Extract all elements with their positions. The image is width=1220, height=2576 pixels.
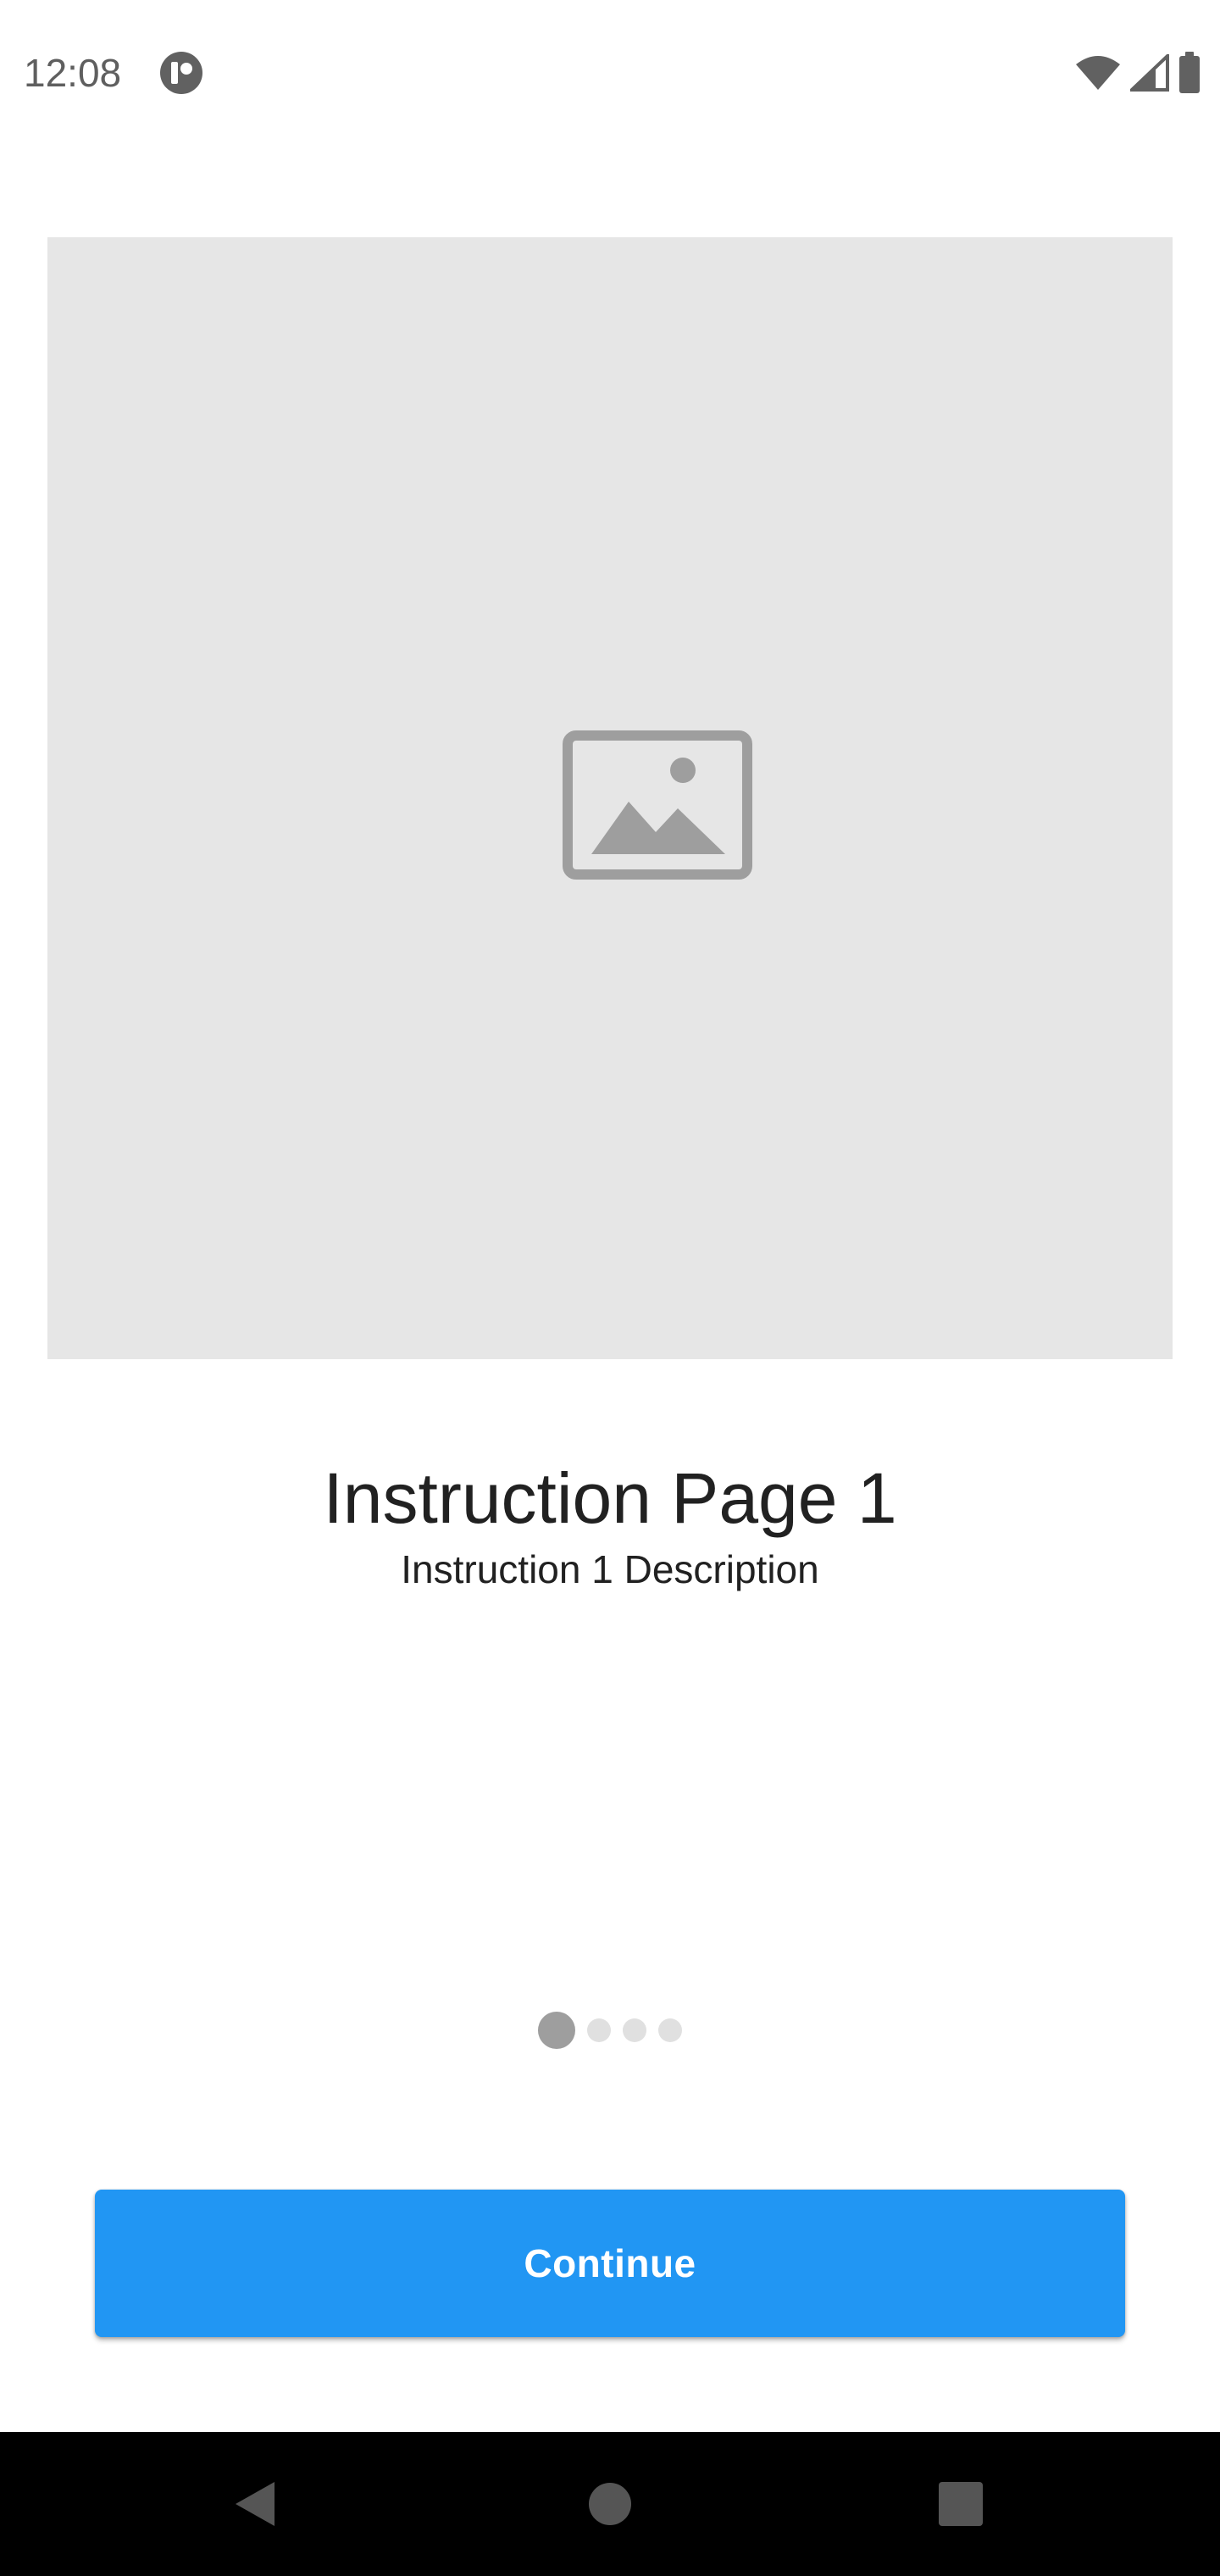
cellular-signal-icon (1130, 54, 1169, 92)
page-title: Instruction Page 1 (323, 1458, 897, 1538)
home-icon (589, 2483, 631, 2525)
page-dot[interactable] (623, 2018, 646, 2042)
back-icon (236, 2482, 274, 2526)
continue-button[interactable]: Continue (95, 2190, 1125, 2337)
home-button[interactable] (542, 2432, 678, 2576)
instruction-image (47, 237, 1173, 1359)
status-time: 12:08 (24, 51, 122, 95)
page-indicator (0, 2010, 1220, 2051)
app-notification-icon (160, 52, 202, 94)
status-icons (1074, 49, 1201, 97)
image-placeholder-icon (563, 730, 752, 880)
page-description: Instruction 1 Description (401, 1547, 819, 1591)
page-dot[interactable] (587, 2018, 611, 2042)
page-dot-active[interactable] (538, 2012, 575, 2049)
status-bar: 12:08 (0, 0, 1220, 144)
wifi-icon (1076, 56, 1120, 90)
back-button[interactable] (186, 2432, 322, 2576)
system-navigation-bar (0, 2432, 1220, 2576)
recents-button[interactable] (893, 2432, 1029, 2576)
recents-icon (939, 2482, 983, 2526)
page-dot[interactable] (658, 2018, 682, 2042)
battery-icon (1179, 52, 1200, 93)
